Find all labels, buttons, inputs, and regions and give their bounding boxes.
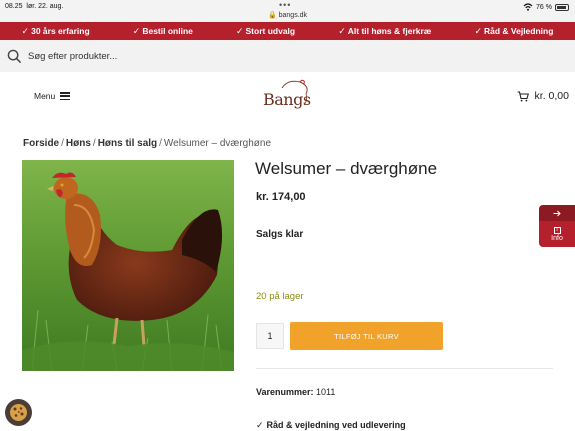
check-icon: ✓ xyxy=(21,25,30,36)
usp-item: ✓ Alt til høns & fjerkræ xyxy=(338,25,432,37)
advice-text: Råd & vejledning ved udlevering xyxy=(266,420,406,430)
check-icon: ✓ xyxy=(474,25,482,36)
side-tab-arrow[interactable] xyxy=(539,205,575,221)
check-icon: ✓ xyxy=(338,25,346,36)
url-bar[interactable]: 🔒 bangs.dk xyxy=(0,11,575,19)
arrow-right-icon xyxy=(553,210,561,216)
search-icon[interactable] xyxy=(7,49,22,64)
usp-item: ✓ Råd & Vejledning xyxy=(474,25,554,37)
side-tab-label: Info xyxy=(551,234,563,242)
status-bar: 08.25 lør. 22. aug. ••• 🔒 bangs.dk 76 % xyxy=(0,0,575,22)
menu-label: Menu xyxy=(34,91,56,101)
search-input[interactable] xyxy=(28,50,428,62)
quantity-input[interactable] xyxy=(256,323,284,349)
divider xyxy=(256,368,553,369)
check-icon: ✓ xyxy=(256,420,264,430)
breadcrumb-link-home[interactable]: Forside xyxy=(23,138,59,149)
cart-total: kr. 0,00 xyxy=(534,90,569,102)
info-icon: i xyxy=(553,226,561,234)
search-bar xyxy=(0,40,575,72)
hamburger-icon xyxy=(60,92,71,100)
battery-icon xyxy=(555,3,569,11)
check-icon: ✓ xyxy=(235,25,244,36)
sku-value: 1011 xyxy=(316,387,336,397)
url-text: bangs.dk xyxy=(278,12,308,19)
cookie-settings-button[interactable] xyxy=(5,399,32,426)
breadcrumb-current: Welsumer – dværghøne xyxy=(163,138,272,149)
cart-icon xyxy=(517,90,529,101)
product-image[interactable] xyxy=(22,160,234,371)
logo-wordmark: Bangs xyxy=(263,90,311,109)
advice-note: ✓ Råd & vejledning ved udlevering xyxy=(256,420,406,431)
side-info-tab[interactable]: i Info xyxy=(539,205,575,247)
stock-status: 20 på lager xyxy=(256,291,304,302)
menu-button[interactable]: Menu xyxy=(34,91,71,101)
product-title: Welsumer – dværghøne xyxy=(255,159,438,178)
breadcrumb-link-hons-til-salg[interactable]: Høns til salg xyxy=(98,138,157,149)
usp-item: ✓ Stort udvalg xyxy=(235,25,296,37)
check-icon: ✓ xyxy=(132,25,141,36)
product-price: kr. 174,00 xyxy=(256,191,306,203)
add-to-cart-button[interactable]: TILFØJ TIL KURV xyxy=(290,322,443,350)
usp-item: ✓ 30 års erfaring xyxy=(21,25,90,37)
usp-item: ✓ Bestil online xyxy=(132,25,193,37)
usp-bar: ✓ 30 års erfaring ✓ Bestil online ✓ Stort u… xyxy=(0,22,575,40)
logo[interactable]: Bangs xyxy=(258,78,316,114)
sku: Varenummer: 1011 xyxy=(256,387,335,397)
side-tab-info[interactable]: i Info xyxy=(539,221,575,247)
status-indicators: 76 % xyxy=(523,3,569,11)
page: 08.25 lør. 22. aug. ••• 🔒 bangs.dk 76 % … xyxy=(0,0,575,431)
wifi-icon xyxy=(523,3,533,11)
breadcrumb: Forside / Høns / Høns til salg / Welsumer – dv… xyxy=(23,138,272,149)
battery-percent: 76 % xyxy=(536,3,552,11)
cookie-icon xyxy=(10,404,27,421)
cart-button[interactable]: kr. 0,00 xyxy=(517,90,569,102)
hen-photo xyxy=(22,160,234,371)
lock-icon: 🔒 xyxy=(267,12,277,19)
product-status: Salgs klar xyxy=(256,229,304,240)
sku-label: Varenummer: xyxy=(256,387,314,397)
breadcrumb-link-hons[interactable]: Høns xyxy=(66,138,91,149)
status-time: 08.25 lør. 22. aug. xyxy=(5,3,64,10)
multitask-dots-icon[interactable]: ••• xyxy=(279,0,291,10)
